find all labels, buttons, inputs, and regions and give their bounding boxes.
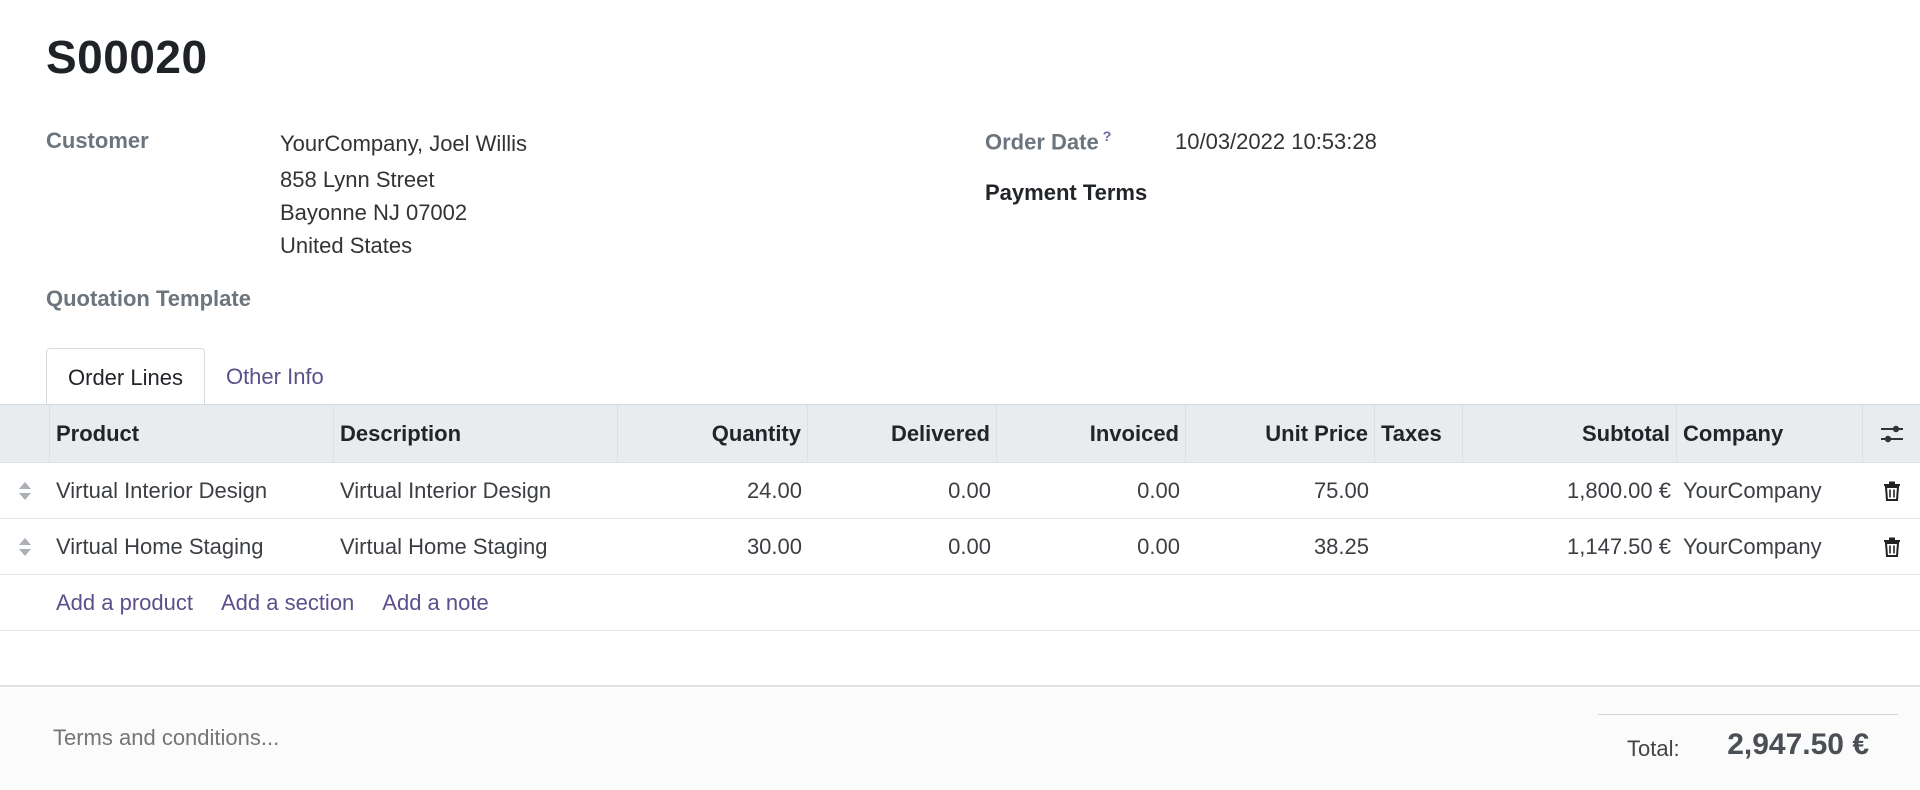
add-product-link[interactable]: Add a product	[56, 590, 193, 616]
header-invoiced[interactable]: Invoiced	[997, 405, 1186, 462]
table-header: Product Description Quantity Delivered I…	[0, 405, 1920, 463]
cell-quantity[interactable]: 30.00	[618, 519, 808, 574]
cell-product[interactable]: Virtual Home Staging	[50, 519, 334, 574]
cell-taxes[interactable]	[1375, 463, 1463, 518]
table-row[interactable]: Virtual Interior Design Virtual Interior…	[0, 463, 1920, 519]
cell-company[interactable]: YourCompany	[1677, 463, 1863, 518]
header-handle-col	[0, 405, 50, 462]
cell-taxes[interactable]	[1375, 519, 1463, 574]
header-unit-price[interactable]: Unit Price	[1186, 405, 1375, 462]
record-title: S00020	[46, 31, 208, 83]
terms-conditions-input[interactable]	[53, 725, 753, 751]
order-footer: Total: 2,947.50 €	[0, 688, 1920, 790]
delete-row-button[interactable]	[1863, 519, 1920, 574]
add-section-link[interactable]: Add a section	[221, 590, 354, 616]
cell-description[interactable]: Virtual Interior Design	[334, 463, 618, 518]
cell-invoiced[interactable]: 0.00	[997, 463, 1186, 518]
cell-company[interactable]: YourCompany	[1677, 519, 1863, 574]
tab-order-lines[interactable]: Order Lines	[46, 348, 205, 405]
notebook-tabs: Order Lines Other Info	[46, 348, 345, 405]
tab-other-info[interactable]: Other Info	[205, 348, 345, 405]
customer-name-link[interactable]: YourCompany, Joel Willis	[280, 127, 527, 160]
trash-icon[interactable]	[1883, 537, 1901, 557]
settings-sliders-icon[interactable]	[1879, 423, 1905, 445]
cell-invoiced[interactable]: 0.00	[997, 519, 1186, 574]
customer-address-line3: United States	[280, 233, 413, 258]
order-date-value[interactable]: 10/03/2022 10:53:28	[1175, 125, 1377, 158]
add-line-row: Add a product Add a section Add a note	[0, 575, 1920, 631]
total-amount: 2,947.50 €	[1727, 728, 1869, 761]
customer-address-line1: 858 Lynn Street	[280, 167, 435, 192]
table-row[interactable]: Virtual Home Staging Virtual Home Stagin…	[0, 519, 1920, 575]
header-quantity[interactable]: Quantity	[618, 405, 808, 462]
order-date-label-text: Order Date	[985, 129, 1099, 155]
payment-terms-label: Payment Terms	[985, 180, 1148, 205]
add-note-link[interactable]: Add a note	[382, 590, 488, 616]
cell-product[interactable]: Virtual Interior Design	[50, 463, 334, 518]
optional-columns-toggle[interactable]	[1863, 405, 1920, 462]
customer-label: Customer	[46, 128, 149, 153]
row-drag-handle[interactable]	[0, 463, 50, 518]
totals-divider	[1598, 714, 1898, 715]
header-subtotal[interactable]: Subtotal	[1463, 405, 1677, 462]
drag-handle-icon[interactable]	[18, 481, 32, 501]
cell-unit-price[interactable]: 38.25	[1186, 519, 1375, 574]
header-delivered[interactable]: Delivered	[808, 405, 997, 462]
delete-row-button[interactable]	[1863, 463, 1920, 518]
total-label: Total:	[1627, 736, 1680, 761]
cell-subtotal: 1,800.00 €	[1567, 477, 1671, 503]
header-description[interactable]: Description	[334, 405, 618, 462]
order-date-label: Order Date?	[985, 128, 1111, 155]
cell-description[interactable]: Virtual Home Staging	[334, 519, 618, 574]
cell-subtotal: 1,147.50 €	[1567, 533, 1671, 559]
help-tooltip-icon[interactable]: ?	[1103, 128, 1112, 144]
cell-delivered[interactable]: 0.00	[808, 463, 997, 518]
drag-handle-icon[interactable]	[18, 537, 32, 557]
sales-order-form: S00020 Customer YourCompany, Joel Willis…	[0, 0, 1920, 790]
order-lines-table: Product Description Quantity Delivered I…	[0, 404, 1920, 687]
cell-delivered[interactable]: 0.00	[808, 519, 997, 574]
header-taxes[interactable]: Taxes	[1375, 405, 1463, 462]
empty-table-row	[0, 631, 1920, 687]
cell-quantity[interactable]: 24.00	[618, 463, 808, 518]
customer-address-line2: Bayonne NJ 07002	[280, 200, 468, 225]
cell-unit-price[interactable]: 75.00	[1186, 463, 1375, 518]
quotation-template-label: Quotation Template	[46, 286, 251, 311]
trash-icon[interactable]	[1883, 481, 1901, 501]
header-company[interactable]: Company	[1677, 405, 1863, 462]
header-product[interactable]: Product	[50, 405, 334, 462]
row-drag-handle[interactable]	[0, 519, 50, 574]
